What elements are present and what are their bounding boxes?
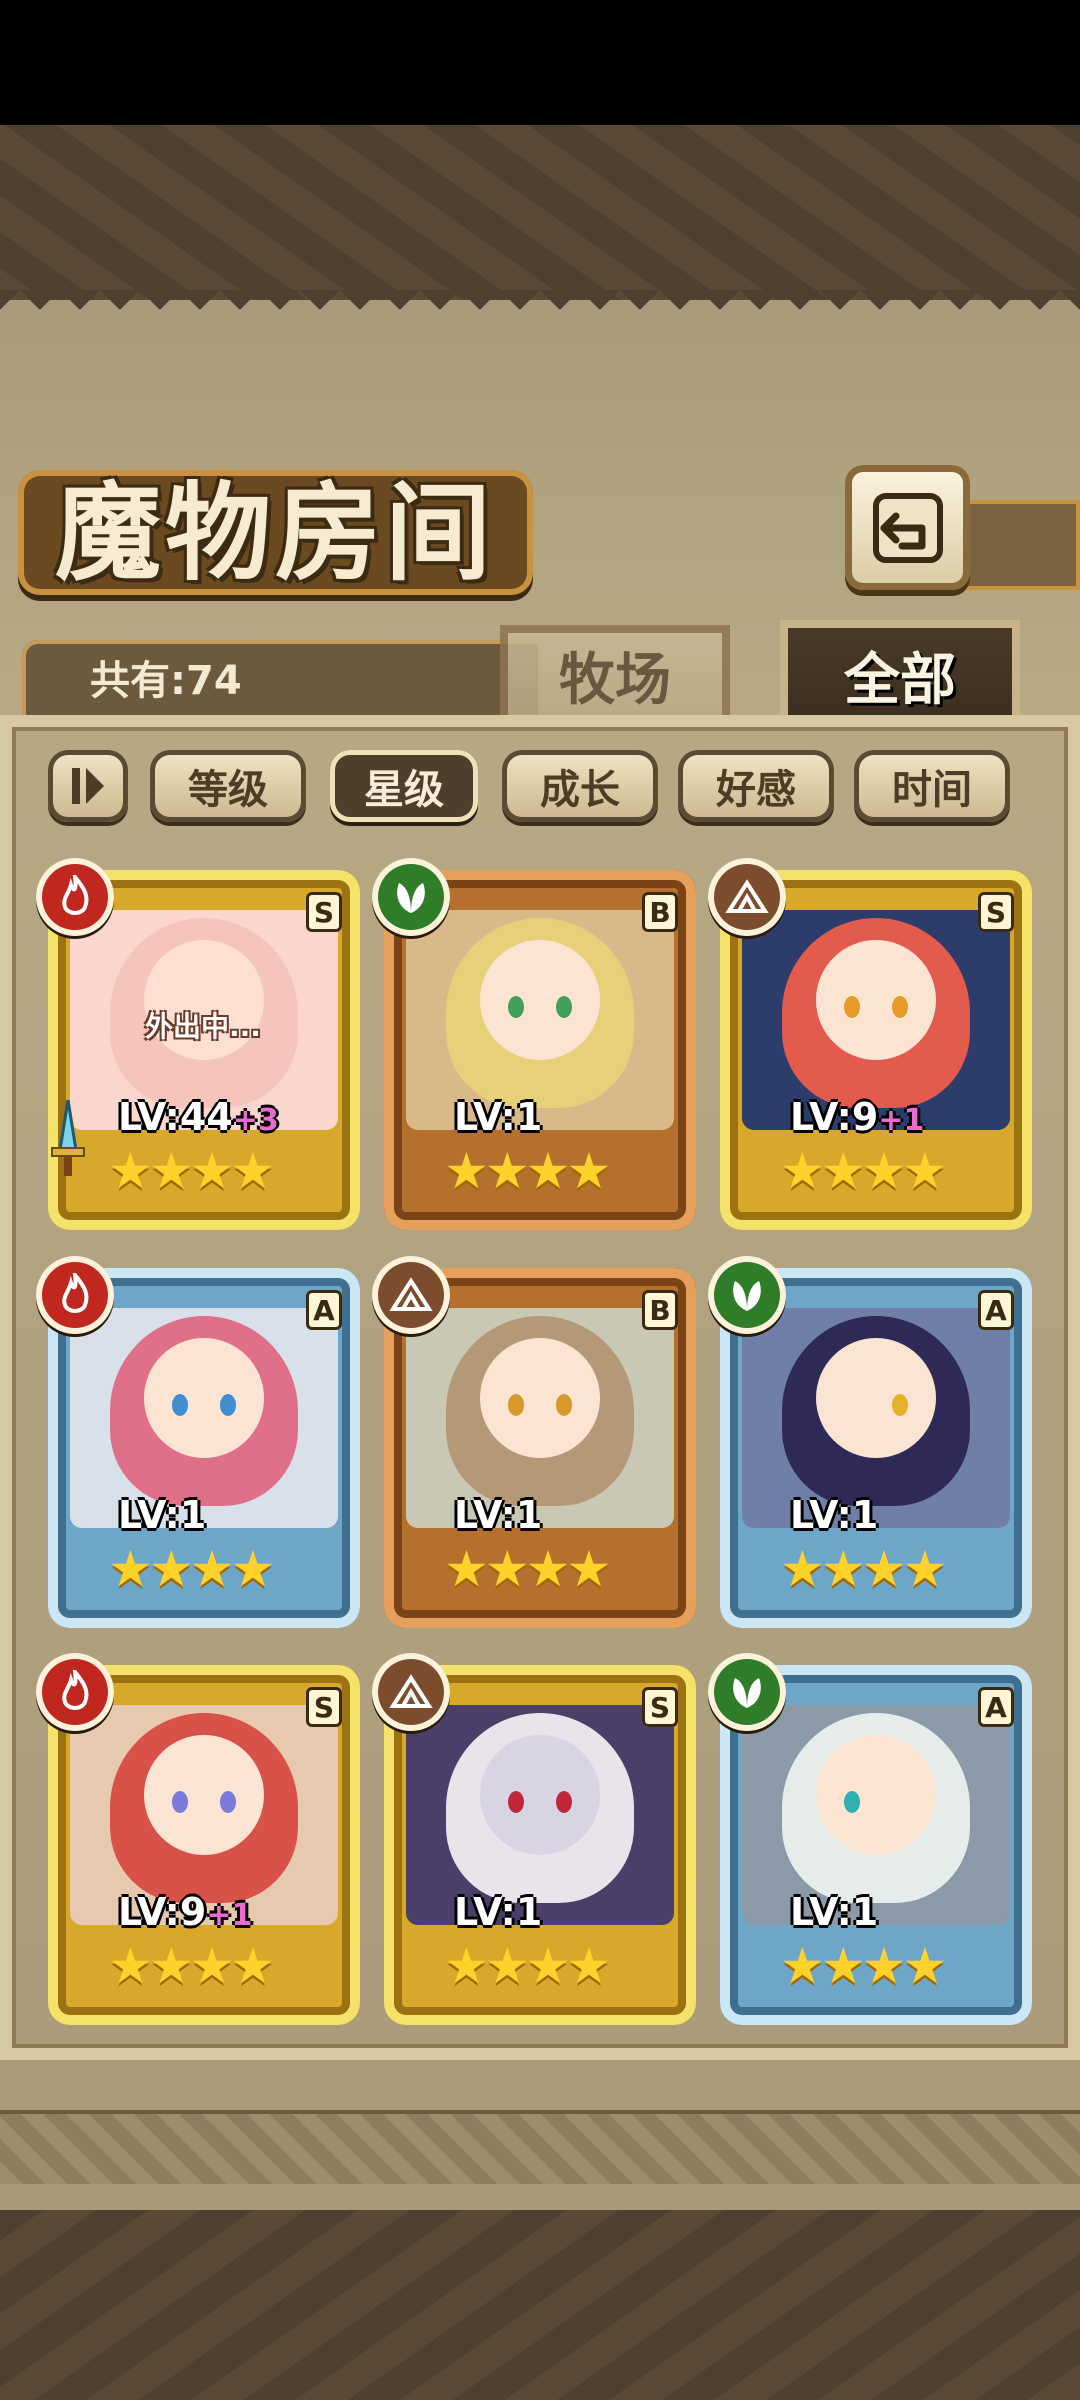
sort-order-toggle-button[interactable] (48, 750, 128, 822)
sort-growth-button[interactable]: 成长 (502, 750, 658, 822)
sword-icon (51, 1100, 85, 1176)
star-rating: ★★★★ (108, 1142, 275, 1200)
monster-card[interactable]: S LV:9+1 ★★★★ (708, 858, 1032, 1230)
tab-pasture[interactable]: 牧场 (500, 625, 730, 725)
sort-time-button[interactable]: 时间 (854, 750, 1010, 822)
monster-card[interactable]: A LV:1 ★★★★ (36, 1256, 360, 1628)
back-bar (960, 500, 1080, 590)
monster-card[interactable]: A LV:1 ★★★★ (708, 1256, 1032, 1628)
level-label: LV:1 (790, 1493, 879, 1537)
grade-badge: S (978, 892, 1014, 932)
level-label: LV:1 (790, 1890, 879, 1934)
grade-badge: A (978, 1687, 1014, 1727)
monster-card[interactable]: S LV:9+1 ★★★★ (36, 1653, 360, 2025)
level-label: LV:1 (454, 1890, 543, 1934)
sort-affection-button[interactable]: 好感 (678, 750, 834, 822)
grade-badge: S (306, 892, 342, 932)
level-label: LV:9+1 (790, 1095, 925, 1139)
earth-element-icon (372, 1256, 450, 1334)
star-rating: ★★★★ (780, 1142, 947, 1200)
star-rating: ★★★★ (108, 1540, 275, 1598)
monster-card[interactable]: B LV:1 ★★★★ (372, 1256, 696, 1628)
map-background-top (0, 125, 1080, 305)
grade-badge: A (978, 1290, 1014, 1330)
return-arrow-icon (872, 492, 943, 563)
monster-card[interactable]: A LV:1 ★★★★ (708, 1653, 1032, 2025)
fire-element-icon (36, 1653, 114, 1731)
page-title: 魔物房间 (55, 470, 495, 595)
sort-order-icon (72, 768, 104, 804)
monster-count: 共有:74 (90, 658, 242, 704)
level-label: LV:9+1 (118, 1890, 253, 1934)
tab-all[interactable]: 全部 (780, 620, 1020, 730)
sort-star-button[interactable]: 星级 (330, 750, 478, 822)
leaf-element-icon (708, 1653, 786, 1731)
monster-card[interactable]: S LV:1 ★★★★ (372, 1653, 696, 2025)
level-label: LV:1 (454, 1493, 543, 1537)
grade-badge: S (642, 1687, 678, 1727)
panel-edge-bottom (0, 2110, 1080, 2184)
panel-edge-top (0, 290, 1080, 330)
monster-card[interactable]: B LV:1 ★★★★ (372, 858, 696, 1230)
grade-badge: B (642, 892, 678, 932)
level-label: LV:1 (118, 1493, 207, 1537)
fire-element-icon (36, 1256, 114, 1334)
grade-badge: B (642, 1290, 678, 1330)
monster-card[interactable]: 外出中... S LV:44+3 ★★★★ (36, 858, 360, 1230)
level-label: LV:1 (454, 1095, 543, 1139)
star-rating: ★★★★ (444, 1937, 611, 1995)
leaf-element-icon (708, 1256, 786, 1334)
back-button[interactable] (845, 465, 970, 590)
level-label: LV:44+3 (118, 1095, 279, 1139)
leaf-element-icon (372, 858, 450, 936)
earth-element-icon (372, 1653, 450, 1731)
status-outing: 外出中... (145, 1010, 261, 1043)
fire-element-icon (36, 858, 114, 936)
map-background-bottom (0, 2210, 1080, 2400)
star-rating: ★★★★ (780, 1540, 947, 1598)
earth-element-icon (708, 858, 786, 936)
sort-level-button[interactable]: 等级 (150, 750, 306, 822)
grade-badge: A (306, 1290, 342, 1330)
status-bar-area (0, 0, 1080, 125)
star-rating: ★★★★ (444, 1540, 611, 1598)
star-rating: ★★★★ (780, 1937, 947, 1995)
grade-badge: S (306, 1687, 342, 1727)
star-rating: ★★★★ (108, 1937, 275, 1995)
star-rating: ★★★★ (444, 1142, 611, 1200)
